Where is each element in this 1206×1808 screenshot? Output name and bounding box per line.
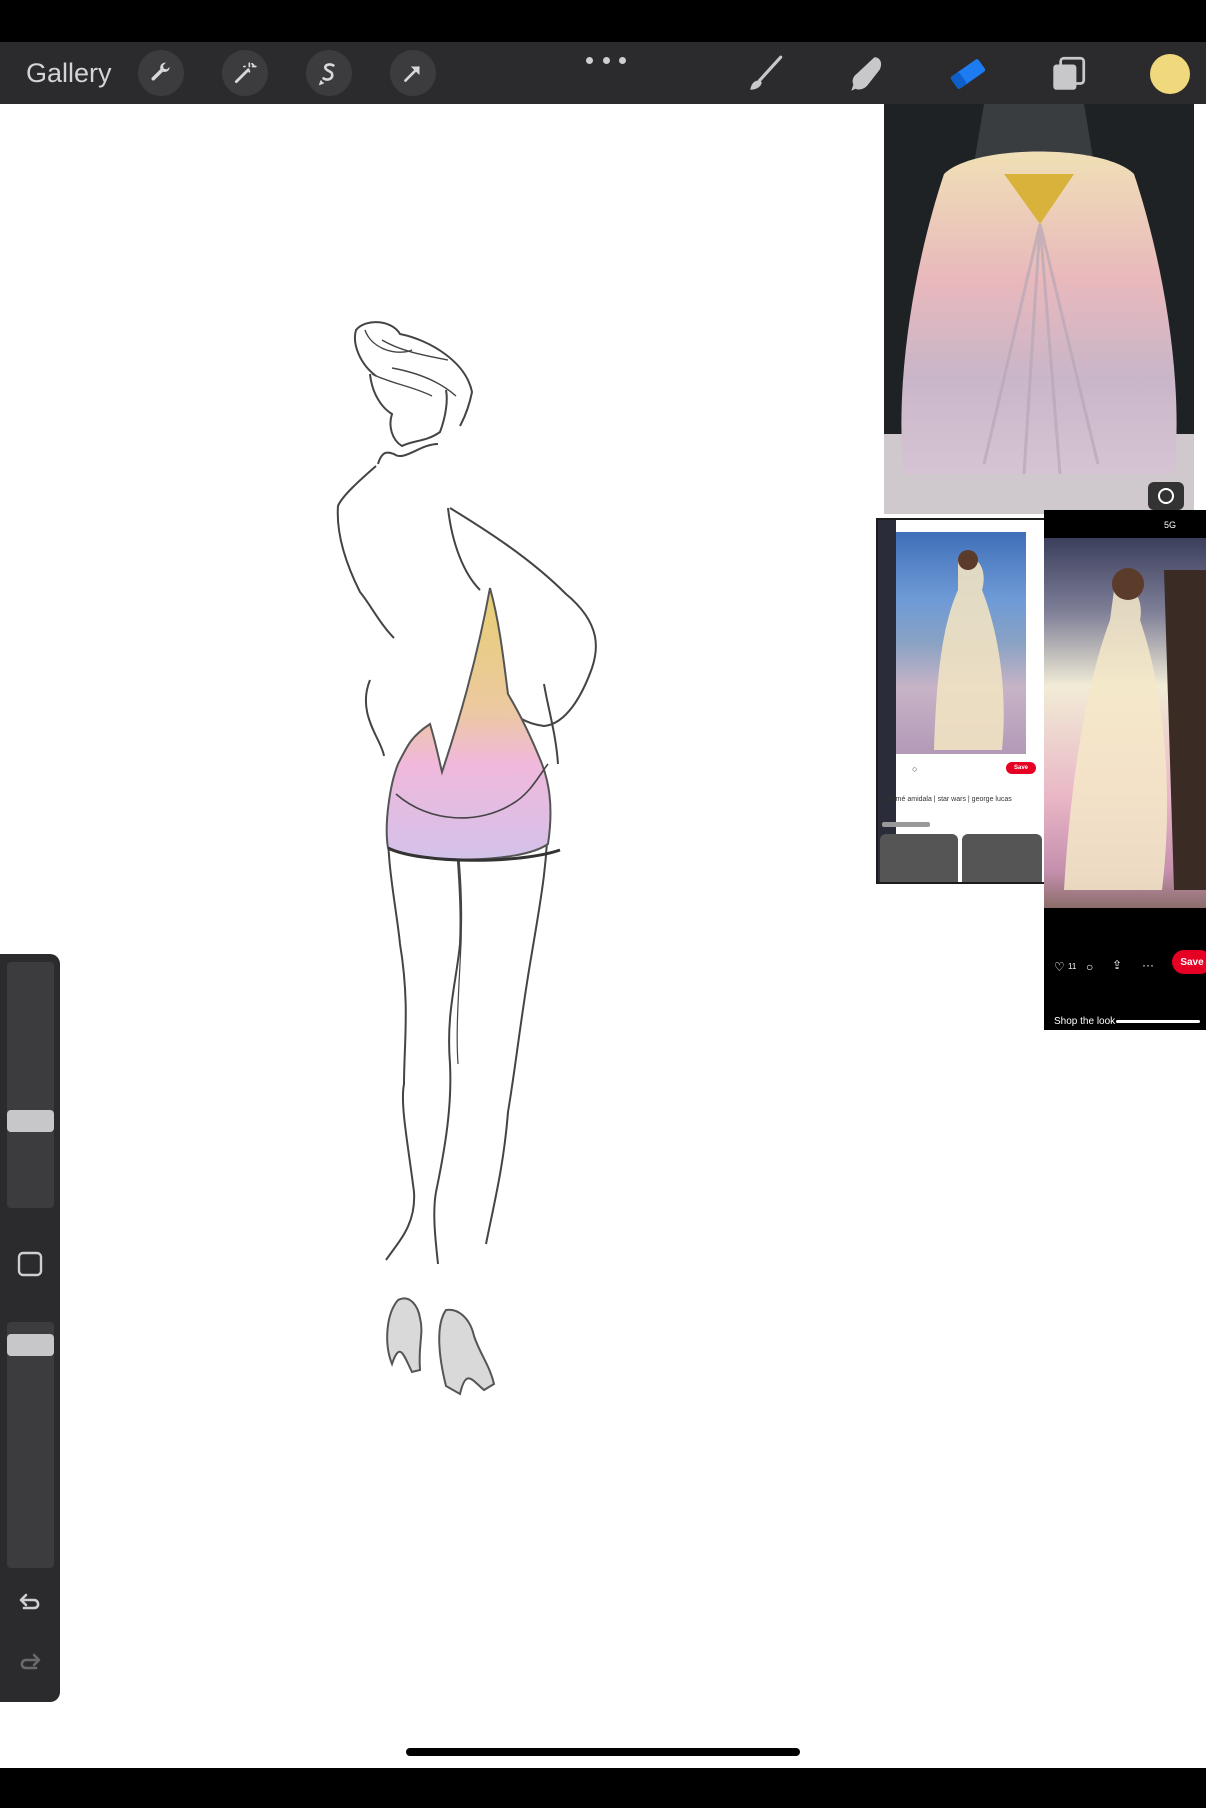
more-icon-large[interactable]: ··· bbox=[1142, 958, 1154, 972]
bottom-bar bbox=[0, 1768, 1206, 1808]
eraser-icon bbox=[950, 59, 986, 89]
eraser-tool[interactable] bbox=[946, 52, 990, 96]
brush-size-slider[interactable] bbox=[7, 962, 54, 1208]
transform-button[interactable] bbox=[390, 50, 436, 96]
redo-button[interactable] bbox=[10, 1644, 50, 1684]
save-button-large[interactable]: Save bbox=[1172, 950, 1206, 974]
transform-arrow-icon bbox=[404, 66, 420, 82]
brush-icon bbox=[750, 55, 783, 90]
smudge-tool[interactable] bbox=[844, 52, 888, 96]
layers-tool[interactable] bbox=[1046, 52, 1090, 96]
wrench-icon bbox=[151, 62, 170, 81]
pin-caption: padmé amidala | star wars | george lucas bbox=[884, 796, 1012, 803]
color-swatch[interactable] bbox=[1150, 54, 1190, 94]
pin-photo-figure bbox=[934, 550, 1004, 750]
drawing-canvas[interactable]: ♡ ○ Save padmé amidala | star wars | geo… bbox=[0, 104, 1206, 1768]
layers-icon bbox=[1053, 56, 1086, 90]
undo-icon bbox=[19, 1593, 40, 1610]
brush-size-thumb[interactable] bbox=[7, 1110, 54, 1132]
status-bar bbox=[0, 0, 1206, 42]
toolbar: Gallery bbox=[0, 42, 1206, 104]
brush-tool[interactable] bbox=[744, 52, 788, 96]
shop-the-look-label[interactable]: Shop the look bbox=[1054, 1016, 1115, 1027]
large-pin-figure bbox=[1064, 568, 1206, 890]
heart-icon-large[interactable]: ♡ bbox=[1054, 960, 1065, 974]
smudge-icon bbox=[851, 57, 882, 91]
comment-icon[interactable]: ○ bbox=[912, 764, 917, 774]
likes-count: 11 bbox=[1068, 962, 1077, 971]
selection-icon bbox=[318, 63, 335, 86]
comment-icon-large[interactable]: ○ bbox=[1086, 960, 1093, 974]
reference-screenshot-pin[interactable]: ♡ ○ Save padmé amidala | star wars | geo… bbox=[876, 518, 1048, 884]
reference-screenshot-pin-large[interactable]: 5G ♡ 11 ○ ⇪ ··· Save Shop the look bbox=[1044, 510, 1206, 1030]
save-button-small[interactable]: Save bbox=[1006, 762, 1036, 774]
undo-button[interactable] bbox=[10, 1584, 50, 1624]
redo-icon bbox=[20, 1653, 41, 1670]
actions-button[interactable] bbox=[138, 50, 184, 96]
magic-wand-icon bbox=[234, 62, 257, 84]
gown-photo-illustration bbox=[884, 104, 1194, 514]
heart-icon[interactable]: ♡ bbox=[884, 764, 892, 775]
opacity-thumb[interactable] bbox=[7, 1334, 54, 1356]
square-modify-icon bbox=[17, 1251, 43, 1277]
opacity-slider[interactable] bbox=[7, 1322, 54, 1568]
gallery-button[interactable]: Gallery bbox=[26, 42, 112, 104]
side-toolbar bbox=[0, 954, 60, 1702]
reference-photo-gown-back[interactable] bbox=[884, 104, 1194, 514]
home-indicator bbox=[406, 1748, 800, 1756]
selection-button[interactable] bbox=[306, 50, 352, 96]
more-dots-icon[interactable] bbox=[586, 50, 626, 70]
modify-button[interactable] bbox=[10, 1244, 50, 1284]
adjustments-button[interactable] bbox=[222, 50, 268, 96]
share-icon[interactable]: ⇪ bbox=[1112, 958, 1122, 972]
